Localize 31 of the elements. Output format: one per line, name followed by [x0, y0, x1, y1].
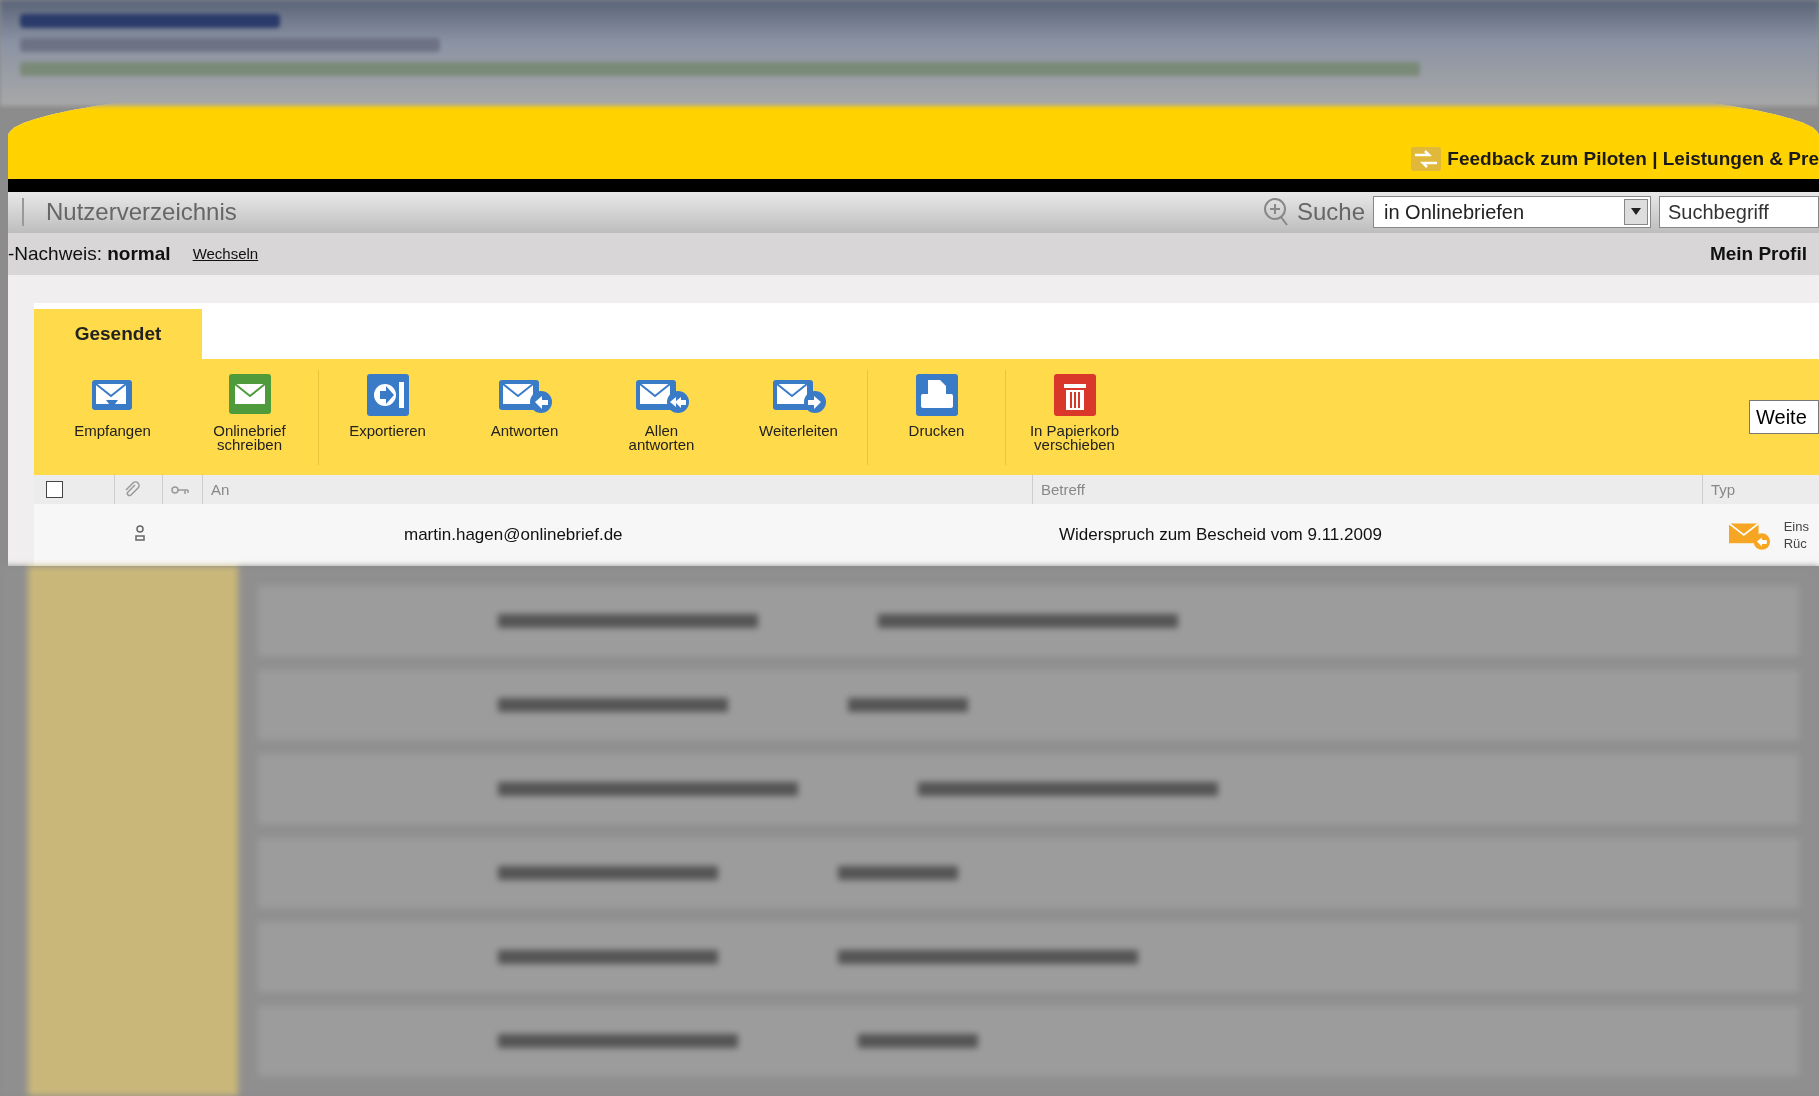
search-field[interactable]: Suchbegriff [1659, 196, 1819, 229]
toolbar-button[interactable]: Drucken [868, 364, 1005, 470]
printer-icon [913, 372, 960, 418]
caret-icon [1624, 199, 1648, 226]
subject-cell-text: Widerspruch zum Bescheid vom 9.11.2009 [1059, 525, 1383, 545]
switch-link[interactable]: Wechseln [192, 245, 259, 263]
key-icon [171, 483, 189, 496]
toolbar-button[interactable]: Empfangen [44, 364, 181, 470]
toolbar-button[interactable]: In Papierkorb verschieben [1006, 364, 1143, 470]
toolbar-button[interactable]: Onlinebrief schreiben [181, 364, 318, 470]
arrows-icon [1411, 146, 1442, 171]
zoom-search-icon [1262, 197, 1289, 228]
profile-link[interactable]: Mein Profil [1709, 243, 1807, 265]
toolbar-button[interactable]: Allen antworten [593, 364, 730, 470]
export-icon [364, 372, 411, 418]
trash-icon [1051, 372, 1098, 418]
search-scope-dropdown[interactable]: in Onlinebriefen [1373, 196, 1651, 229]
type-text: Eins Rüc [1783, 518, 1809, 552]
toolbar-button[interactable]: Antworten [456, 364, 593, 470]
paperclip-icon [123, 480, 141, 499]
select-all-checkbox[interactable] [46, 481, 63, 498]
toolbar-button[interactable]: Weiterleiten [730, 364, 867, 470]
view-dropdown[interactable]: Weite [1749, 400, 1819, 434]
tab[interactable]: Gesendet [34, 309, 202, 359]
section-title: Nutzerverzeichnis [22, 198, 1255, 227]
table-row[interactable]: martin.hagen@onlinebrief.de Widerspruch zum Bescheid vom 9.11.2009 Eins Rüc [34, 504, 1819, 566]
status-text: -Nachweis: normal [8, 243, 171, 265]
toolbar-button[interactable]: Exportieren [319, 364, 456, 470]
search-label: Suche [1296, 198, 1365, 227]
feedback-link[interactable]: Feedback zum Piloten | Leistungen & Pre [1411, 146, 1819, 171]
recipient-cell-text: martin.hagen@onlinebrief.de [404, 525, 624, 545]
